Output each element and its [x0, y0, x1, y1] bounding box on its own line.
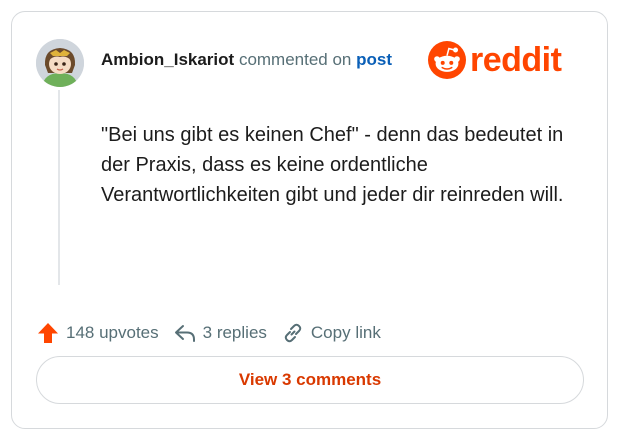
thread-line	[58, 90, 60, 285]
upvotes-count: 148 upvotes	[66, 323, 159, 342]
comment-body: "Bei uns gibt es keinen Chef" - denn das…	[101, 124, 564, 206]
avatar-illustration-icon	[36, 39, 84, 87]
copy-link-button[interactable]: Copy link	[281, 321, 381, 345]
reddit-logo[interactable]: reddit	[428, 40, 562, 80]
reply-arrow-icon	[174, 325, 195, 342]
action-text: commented on	[238, 50, 352, 69]
upvote-button[interactable]: 148 upvotes	[36, 321, 159, 345]
reddit-snoo-icon	[428, 41, 466, 79]
comment-header: Ambion_Iskariot commented on post	[101, 49, 392, 71]
view-comments-button[interactable]: View 3 comments	[36, 356, 584, 404]
reddit-wordmark: reddit	[470, 41, 562, 79]
avatar[interactable]	[36, 39, 84, 87]
upvote-arrow-icon	[38, 323, 58, 343]
copy-link-label: Copy link	[310, 323, 381, 342]
chain-link-icon	[284, 323, 302, 343]
post-link[interactable]: post	[356, 50, 392, 69]
comment-actions: 148 upvotes 3 replies Copy link	[36, 318, 395, 348]
replies-count: 3 replies	[202, 323, 267, 342]
author-name[interactable]: Ambion_Iskariot	[101, 50, 234, 69]
replies-button[interactable]: 3 replies	[173, 321, 267, 345]
